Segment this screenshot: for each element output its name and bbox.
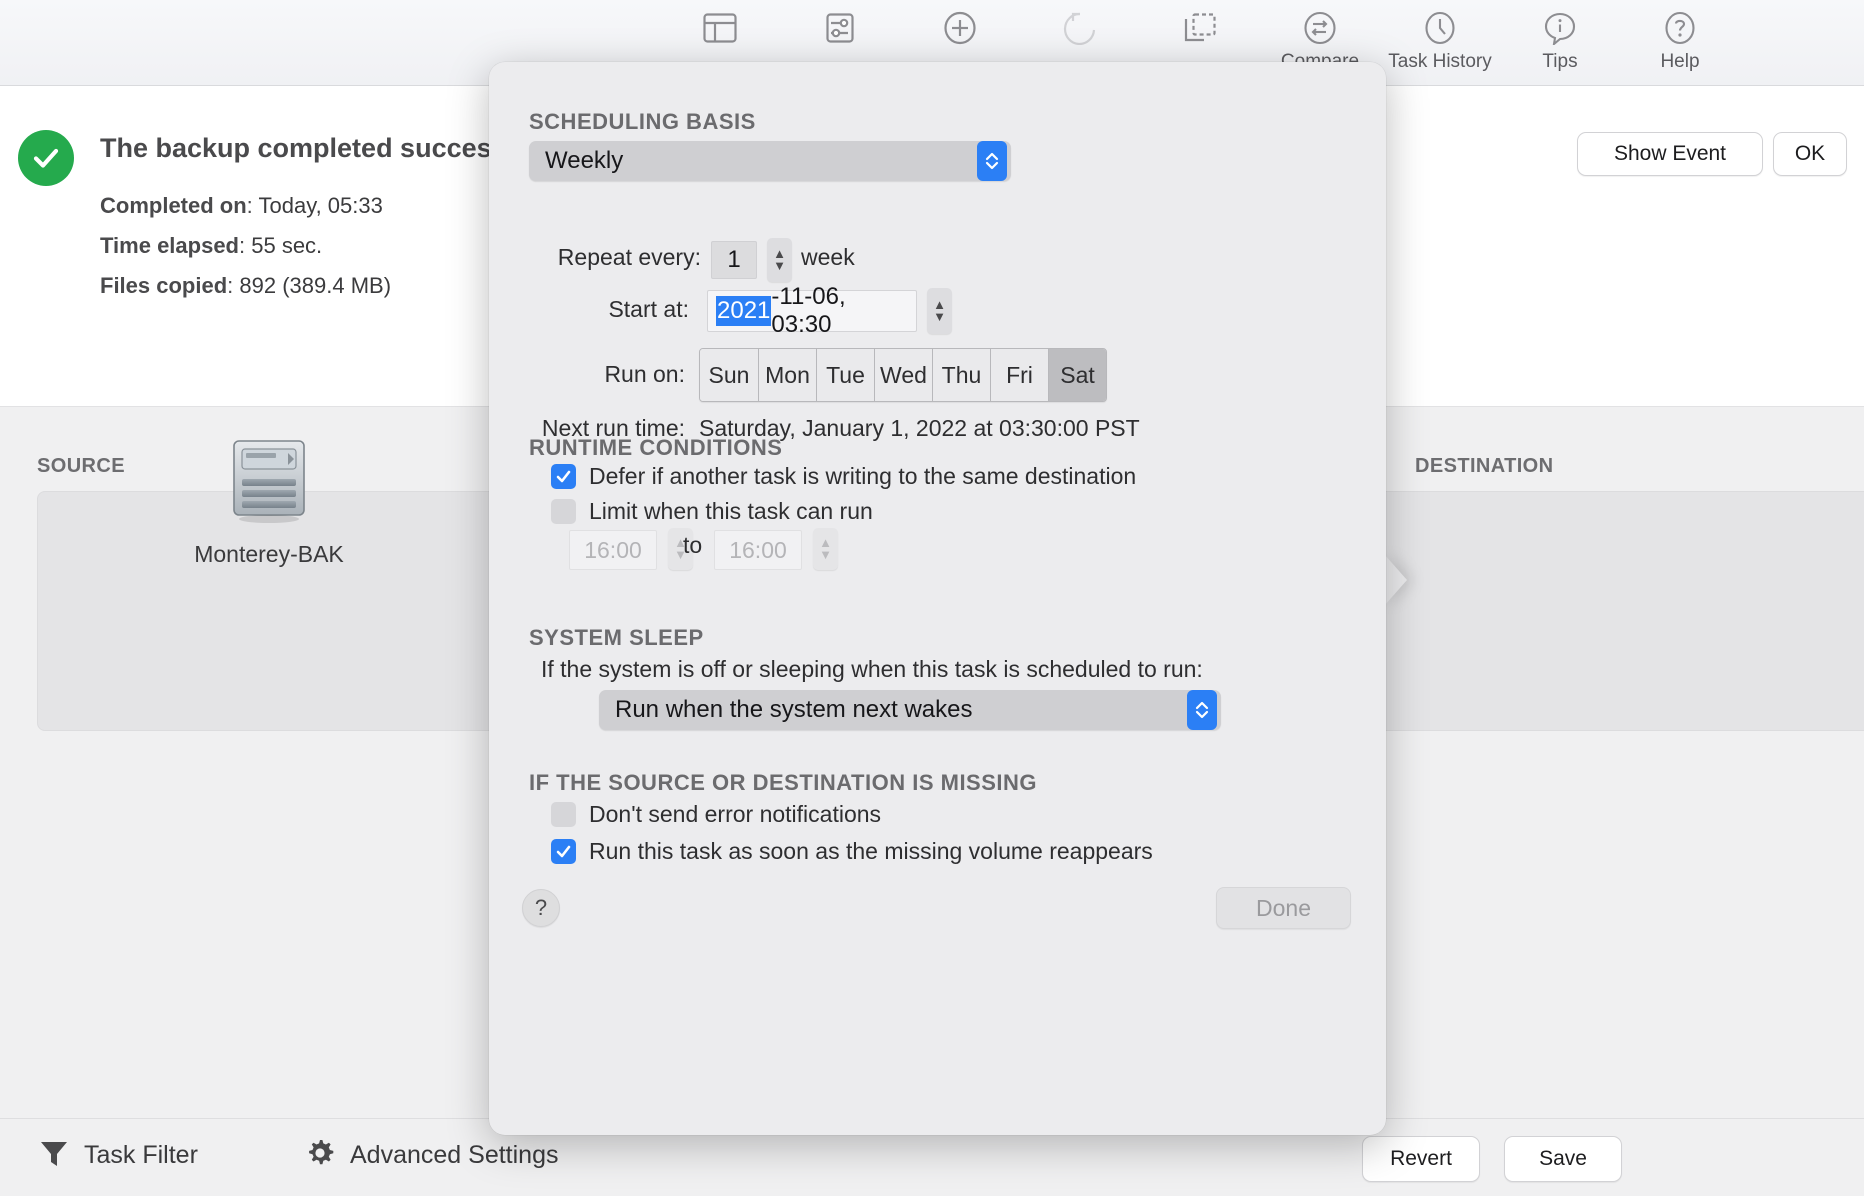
missing-volume-header: IF THE SOURCE OR DESTINATION IS MISSING: [529, 770, 1038, 795]
help-button[interactable]: ?: [522, 889, 560, 927]
toolbar-button-help[interactable]: Help: [1620, 0, 1740, 86]
question-circle-icon: [1663, 6, 1697, 50]
status-row: Files copied: 892 (389.4 MB): [100, 273, 392, 298]
chevron-updown-icon: [1187, 690, 1217, 730]
status-row-label: Files copied: [100, 273, 228, 298]
defer-checkbox[interactable]: [551, 464, 576, 489]
undo-icon: [1063, 6, 1097, 50]
day-button-mon[interactable]: Mon: [758, 349, 816, 401]
run-on-reappear-checkbox[interactable]: [551, 839, 576, 864]
toolbar-button-task-history[interactable]: Task History: [1380, 0, 1500, 86]
system-sleep-value: Run when the system next wakes: [615, 696, 973, 723]
start-at-selected-segment: 2021: [716, 296, 772, 326]
destination-header: DESTINATION: [1415, 455, 1554, 477]
stepper-down-icon: ▼: [933, 309, 946, 324]
status-row-label: Completed on: [100, 193, 247, 218]
revert-button[interactable]: Revert: [1362, 1136, 1480, 1182]
info-bubble-icon: [1543, 6, 1577, 50]
popover-arrow: [1384, 554, 1407, 606]
no-error-notifications-checkbox[interactable]: [551, 802, 576, 827]
system-sleep-header: SYSTEM SLEEP: [529, 625, 704, 650]
repeat-every-label: Repeat every:: [557, 244, 701, 270]
status-row-label: Time elapsed: [100, 233, 239, 258]
limit-to-time-stepper[interactable]: ▲ ▼: [813, 528, 838, 570]
schedule-popover: SCHEDULING BASIS Weekly Repeat every: 1 …: [489, 62, 1386, 1135]
limit-checkbox-row[interactable]: Limit when this task can run: [551, 498, 873, 525]
status-row-value: Today, 05:33: [258, 193, 383, 218]
day-button-fri[interactable]: Fri: [990, 349, 1048, 401]
repeat-unit-label: week: [801, 244, 855, 270]
defer-checkbox-label: Defer if another task is writing to the …: [589, 463, 1137, 489]
limit-to-time-input[interactable]: 16:00: [714, 530, 802, 570]
status-row-value: 892 (389.4 MB): [239, 273, 392, 298]
ok-button[interactable]: OK: [1773, 132, 1847, 176]
compare-icon: [1303, 6, 1337, 50]
day-button-thu[interactable]: Thu: [932, 349, 990, 401]
run-on-reappear-label: Run this task as soon as the missing vol…: [589, 838, 1153, 864]
defer-checkbox-row[interactable]: Defer if another task is writing to the …: [551, 463, 1136, 490]
funnel-icon: [38, 1137, 70, 1174]
plus-circle-icon: [943, 6, 977, 50]
clock-icon: [1423, 6, 1457, 50]
source-volume[interactable]: Monterey-BAK: [169, 435, 369, 568]
day-button-tue[interactable]: Tue: [816, 349, 874, 401]
no-error-notifications-row[interactable]: Don't send error notifications: [551, 801, 881, 828]
start-at-input[interactable]: 2021 -11-06, 03:30: [707, 283, 917, 338]
toolbar-button-tips[interactable]: Tips: [1500, 0, 1620, 86]
start-at-label: Start at:: [608, 296, 689, 322]
chevron-updown-icon: [977, 141, 1007, 181]
task-filter-label: Task Filter: [84, 1141, 198, 1169]
show-event-button[interactable]: Show Event: [1577, 132, 1763, 176]
advanced-settings-button[interactable]: Advanced Settings: [304, 1137, 558, 1174]
start-at-rest: -11-06, 03:30: [771, 283, 846, 338]
layout-icon: [703, 6, 737, 50]
day-button-wed[interactable]: Wed: [874, 349, 932, 401]
save-button[interactable]: Save: [1504, 1136, 1622, 1182]
system-sleep-select[interactable]: Run when the system next wakes: [599, 690, 1221, 730]
run-on-label: Run on:: [604, 361, 685, 387]
run-on-day-selector[interactable]: Sun Mon Tue Wed Thu Fri Sat: [699, 348, 1107, 402]
sliders-icon: [824, 6, 856, 50]
scheduling-basis-value: Weekly: [545, 147, 624, 174]
stepper-down-icon: ▼: [819, 547, 832, 562]
toolbar-label: Task History: [1388, 51, 1492, 72]
scheduling-basis-header: SCHEDULING BASIS: [529, 109, 756, 134]
no-error-notifications-label: Don't send error notifications: [589, 801, 882, 827]
gear-icon: [304, 1137, 336, 1174]
task-filter-button[interactable]: Task Filter: [38, 1137, 198, 1174]
repeat-every-stepper[interactable]: ▲ ▼: [767, 238, 792, 282]
status-details: Completed on: Today, 05:33 Time elapsed:…: [100, 186, 391, 306]
runtime-conditions-header: RUNTIME CONDITIONS: [529, 435, 783, 460]
done-button[interactable]: Done: [1216, 887, 1351, 929]
limit-from-time-input[interactable]: 16:00: [569, 530, 657, 570]
source-header: SOURCE: [37, 455, 125, 477]
limit-checkbox-label: Limit when this task can run: [589, 498, 873, 524]
duplicate-icon: [1183, 6, 1217, 50]
scheduling-basis-select[interactable]: Weekly: [529, 141, 1011, 181]
run-on-reappear-row[interactable]: Run this task as soon as the missing vol…: [551, 838, 1153, 865]
success-check-icon: [18, 130, 74, 186]
source-volume-name: Monterey-BAK: [194, 541, 344, 567]
system-sleep-description: If the system is off or sleeping when th…: [541, 656, 1203, 682]
limit-to-word: to: [683, 532, 703, 558]
toolbar-label: Help: [1660, 51, 1700, 72]
hard-drive-icon: [220, 435, 318, 527]
advanced-settings-label: Advanced Settings: [350, 1141, 559, 1169]
day-button-sat[interactable]: Sat: [1048, 349, 1106, 401]
status-row-value: 55 sec.: [251, 233, 323, 258]
status-row: Completed on: Today, 05:33: [100, 193, 383, 218]
toolbar-label: Tips: [1542, 51, 1578, 72]
status-row: Time elapsed: 55 sec.: [100, 233, 323, 258]
repeat-every-input[interactable]: 1: [711, 241, 757, 279]
stepper-down-icon: ▼: [773, 258, 786, 273]
limit-checkbox[interactable]: [551, 499, 576, 524]
day-button-sun[interactable]: Sun: [700, 349, 758, 401]
start-at-stepper[interactable]: ▲ ▼: [927, 288, 952, 334]
